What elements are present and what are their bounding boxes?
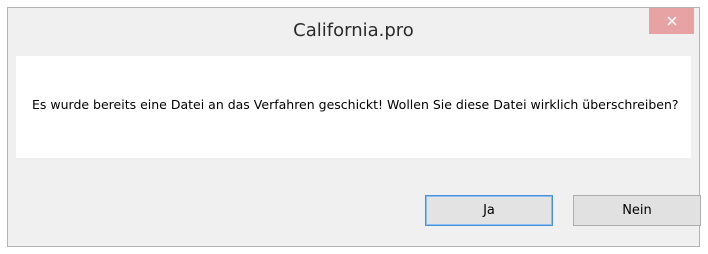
no-button[interactable]: Nein: [573, 195, 701, 226]
message-dialog: California.pro Es wurde bereits eine Dat…: [7, 7, 701, 247]
yes-button[interactable]: Ja: [425, 195, 553, 226]
dialog-title: California.pro: [293, 20, 414, 41]
dialog-content: Es wurde bereits eine Datei an das Verfa…: [16, 56, 701, 233]
dialog-message: Es wurde bereits eine Datei an das Verfa…: [32, 97, 679, 112]
close-icon: [666, 16, 677, 26]
close-button[interactable]: [649, 8, 694, 34]
message-area: Es wurde bereits eine Datei an das Verfa…: [16, 56, 691, 158]
title-bar[interactable]: California.pro: [8, 8, 699, 56]
